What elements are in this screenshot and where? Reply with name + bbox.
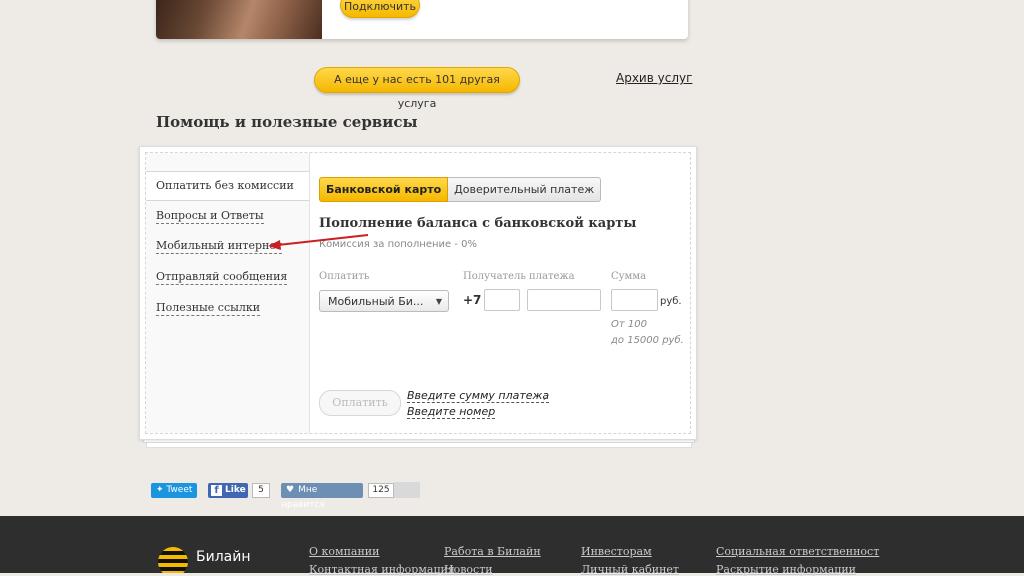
service-select-value: Мобильный Би... — [328, 295, 424, 308]
footer-link-about[interactable]: О компании — [309, 545, 379, 558]
footer-link-careers[interactable]: Работа в Билайн — [444, 545, 541, 558]
footer-link-news[interactable]: Новости — [444, 563, 493, 576]
footer-link-disclosure[interactable]: Раскрытие информации — [716, 563, 856, 576]
payment-widget: Оплатить без комиссии Вопросы и Ответы М… — [139, 146, 697, 440]
connect-button[interactable]: Подключить — [340, 0, 420, 18]
sidebar-item-faq[interactable]: Вопросы и Ответы — [156, 209, 264, 224]
error-number[interactable]: Введите номер — [407, 405, 496, 419]
min-sum-hint: От 100 — [611, 319, 647, 330]
sidebar-item-send-messages[interactable]: Отправляй сообщения — [156, 270, 288, 285]
footer-link-personal-account[interactable]: Личный кабинет — [581, 563, 679, 576]
tweet-button[interactable]: ✦ Tweet — [151, 483, 197, 498]
service-select[interactable]: Мобильный Би... ▼ — [319, 290, 449, 312]
tweet-label: Tweet — [166, 485, 193, 495]
tab-trust-payment[interactable]: Доверительный платеж — [448, 177, 602, 202]
more-services-button[interactable]: А еще у нас есть 101 другая услуга — [314, 67, 520, 110]
sum-label: Сумма — [611, 271, 647, 282]
footer-link-social-responsibility[interactable]: Социальная ответственност — [716, 545, 879, 558]
fb-like-count: 5 — [252, 483, 270, 498]
error-separator: , — [543, 389, 547, 402]
heart-icon: ♥ — [286, 485, 295, 495]
fb-like-label: Like — [225, 485, 246, 495]
phone-code-input[interactable] — [484, 289, 520, 311]
promo-photo — [156, 0, 322, 39]
vk-like-button[interactable]: ♥ Мне нравится — [281, 483, 363, 510]
pay-label: Оплатить — [319, 271, 370, 282]
phone-number-input[interactable] — [527, 289, 601, 311]
footer-brand-name: Билайн — [196, 549, 251, 565]
footer-link-investors[interactable]: Инвесторам — [581, 545, 652, 558]
archive-link[interactable]: Архив услуг — [616, 71, 692, 85]
fb-like-button[interactable]: f Like — [208, 483, 248, 498]
form-title: Пополнение баланса с банковской карты — [319, 216, 637, 231]
phone-prefix: +7 — [463, 293, 482, 307]
pay-button[interactable]: Оплатить — [319, 390, 401, 416]
payment-tabs: Банковской карто Доверительный платеж — [319, 177, 602, 202]
chevron-down-icon: ▼ — [435, 297, 442, 306]
error-sum[interactable]: Введите сумму платежа — [407, 389, 550, 403]
sidebar-item-useful-links[interactable]: Полезные ссылки — [156, 301, 261, 316]
widget-inner: Оплатить без комиссии Вопросы и Ответы М… — [145, 152, 691, 434]
recipient-label: Получатель платежа — [463, 271, 575, 282]
vk-count-pad — [394, 482, 420, 498]
vk-like-count: 125 — [368, 483, 394, 498]
section-title: Помощь и полезные сервисы — [156, 113, 418, 131]
promo-card — [156, 0, 688, 39]
tab-bank-card[interactable]: Банковской карто — [319, 177, 449, 202]
footer-link-contacts[interactable]: Контактная информация — [309, 563, 455, 576]
twitter-bird-icon: ✦ — [156, 485, 164, 495]
sidebar-item-pay-no-commission[interactable]: Оплатить без комиссии — [146, 171, 309, 201]
annotation-arrow-icon — [268, 234, 369, 250]
currency-label: руб. — [660, 296, 682, 307]
sum-input[interactable] — [611, 289, 658, 311]
facebook-icon: f — [211, 485, 222, 496]
max-sum-hint: до 15000 руб. — [611, 335, 684, 346]
beeline-logo-icon — [158, 547, 188, 573]
widget-sidebar: Оплатить без комиссии Вопросы и Ответы М… — [146, 153, 310, 433]
